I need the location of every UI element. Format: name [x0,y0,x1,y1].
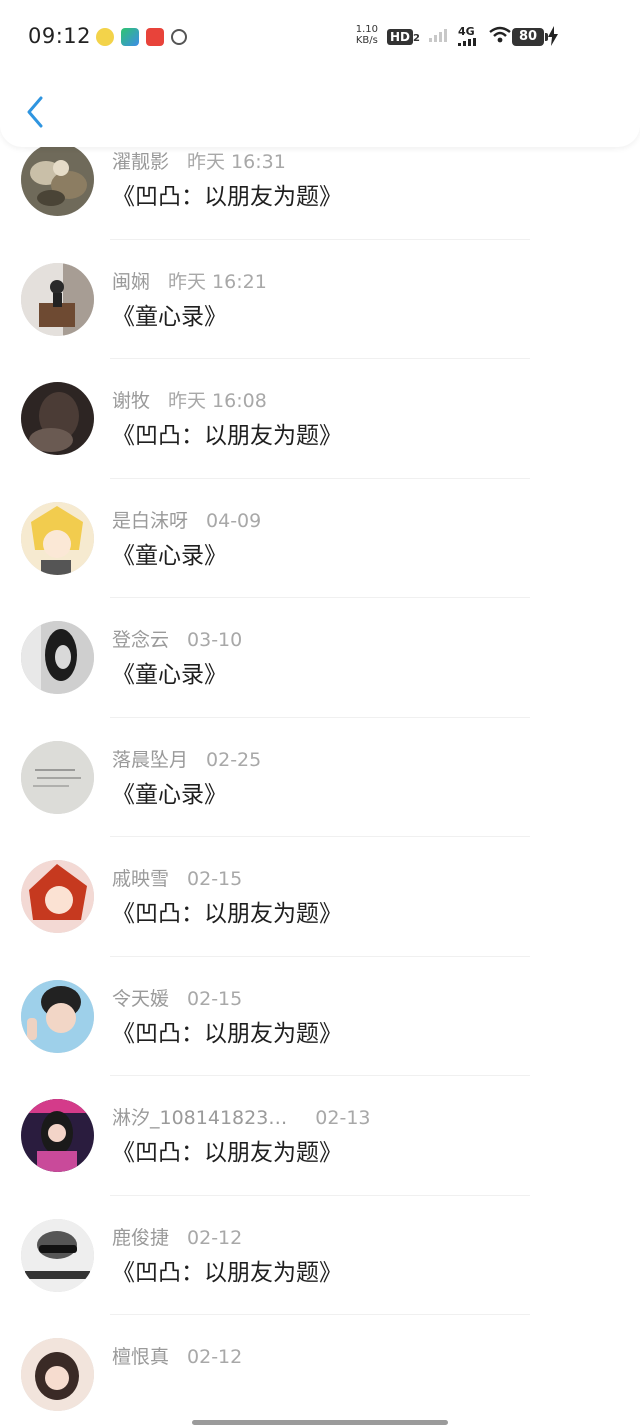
user-name: 濯靓影 [112,151,170,173]
list-item[interactable]: 登念云 03-10 《童心录》 [0,598,640,718]
entry-meta: 落晨坠月 02-25 [112,748,261,772]
work-title[interactable]: 《凹凸：以朋友为题》 [112,421,342,451]
work-title[interactable]: 《童心录》 [112,302,227,332]
entry-meta: 闽娴 昨天 16:21 [112,270,267,294]
work-title[interactable]: 《凹凸：以朋友为题》 [112,1019,342,1049]
avatar [21,1338,94,1411]
reader-list: 濯靓影 昨天 16:31 《凹凸：以朋友为题》 闽娴 昨天 16:21 《童心录》 … [0,24,640,1427]
entry-meta: 檀恨真 02-12 [112,1345,242,1369]
notify-app-icon [171,29,187,45]
avatar [21,1218,94,1292]
list-item[interactable]: 是白沫呀 04-09 《童心录》 [0,479,640,598]
avatar [21,1099,94,1172]
wifi-icon [489,26,511,43]
user-name: 落晨坠月 [112,748,189,771]
list-item[interactable]: 谢牧 昨天 16:08 《凹凸：以朋友为题》 [0,359,640,479]
entry-meta: 令天媛 02-15 [112,987,242,1011]
list-item[interactable]: 落晨坠月 02-25 《童心录》 [0,718,640,837]
notify-app-icon [146,28,164,46]
avatar [21,382,94,455]
user-name: 淋汐_108141823… [112,1107,288,1129]
entry-meta: 濯靓影 昨天 16:31 [112,150,286,174]
avatar [21,979,94,1053]
hd-label: HD [387,28,414,45]
avatar [21,143,94,216]
entry-time: 昨天 16:08 [168,390,267,412]
entry-meta: 淋汐_108141823… 02-13 [112,1106,371,1130]
avatar [21,262,94,336]
battery-level: 80 [512,28,548,46]
work-title[interactable]: 《凹凸：以朋友为题》 [112,899,342,929]
user-name: 是白沫呀 [112,509,189,532]
net-speed-unit: KB/s [355,35,378,46]
user-name: 鹿俊捷 [112,1226,170,1249]
screen: 濯靓影 昨天 16:31 《凹凸：以朋友为题》 闽娴 昨天 16:21 《童心录》 … [0,0,640,1427]
entry-time: 02-12 [187,1346,243,1368]
notify-app-icon [121,28,139,46]
list-item[interactable]: 戚映雪 02-15 《凹凸：以朋友为题》 [0,837,640,957]
signal-strong-icon [458,37,476,46]
network-type: 4G [458,24,475,38]
avatar [21,740,94,814]
top-bar: 09:12 1.10 KB/s HD 2 4G 80 [0,0,640,147]
entry-time: 02-25 [206,748,262,771]
charging-icon [548,26,558,46]
home-indicator[interactable] [192,1420,448,1425]
entry-time: 02-13 [315,1107,371,1129]
user-name: 戚映雪 [112,868,170,890]
net-speed: 1.10 KB/s [356,24,378,46]
notification-icons [96,28,187,46]
notify-app-icon [96,28,114,46]
work-title[interactable]: 《凹凸：以朋友为题》 [112,1258,342,1288]
back-button[interactable] [20,92,50,132]
entry-time: 02-15 [187,987,243,1010]
work-title[interactable]: 《童心录》 [112,541,227,571]
avatar [21,501,94,575]
entry-time: 02-15 [187,868,243,890]
chevron-left-icon [27,96,43,128]
user-name: 令天媛 [112,987,170,1010]
list-item[interactable]: 闽娴 昨天 16:21 《童心录》 [0,240,640,359]
net-speed-value: 1.10 [355,24,379,35]
user-name: 檀恨真 [112,1346,170,1368]
avatar [21,621,94,694]
network-4g: 4G [458,25,480,46]
entry-time: 昨天 16:31 [187,151,286,173]
signal-weak-icon [429,29,447,42]
work-title[interactable]: 《凹凸：以朋友为题》 [112,182,342,212]
work-title[interactable]: 《童心录》 [112,780,227,810]
hd-icon: HD 2 [387,26,420,45]
entry-meta: 是白沫呀 04-09 [112,509,261,533]
hd-sub: 2 [413,32,420,44]
entry-time: 03-10 [187,629,243,651]
entry-meta: 戚映雪 02-15 [112,867,242,891]
list-item[interactable]: 淋汐_108141823… 02-13 《凹凸：以朋友为题》 [0,1076,640,1196]
list-item[interactable]: 檀恨真 02-12 [0,1315,640,1427]
status-time: 09:12 [28,24,92,48]
work-title[interactable]: 《凹凸：以朋友为题》 [112,1138,342,1168]
user-name: 登念云 [112,629,170,651]
list-item[interactable]: 鹿俊捷 02-12 《凹凸：以朋友为题》 [0,1196,640,1315]
avatar [21,860,94,933]
entry-time: 04-09 [206,509,262,532]
entry-meta: 谢牧 昨天 16:08 [112,389,267,413]
user-name: 谢牧 [112,390,151,412]
entry-time: 02-12 [187,1226,243,1249]
entry-meta: 鹿俊捷 02-12 [112,1226,242,1250]
list-item[interactable]: 令天媛 02-15 《凹凸：以朋友为题》 [0,957,640,1076]
user-name: 闽娴 [112,270,151,293]
work-title[interactable]: 《童心录》 [112,660,227,690]
entry-time: 昨天 16:21 [168,270,267,293]
entry-meta: 登念云 03-10 [112,628,242,652]
